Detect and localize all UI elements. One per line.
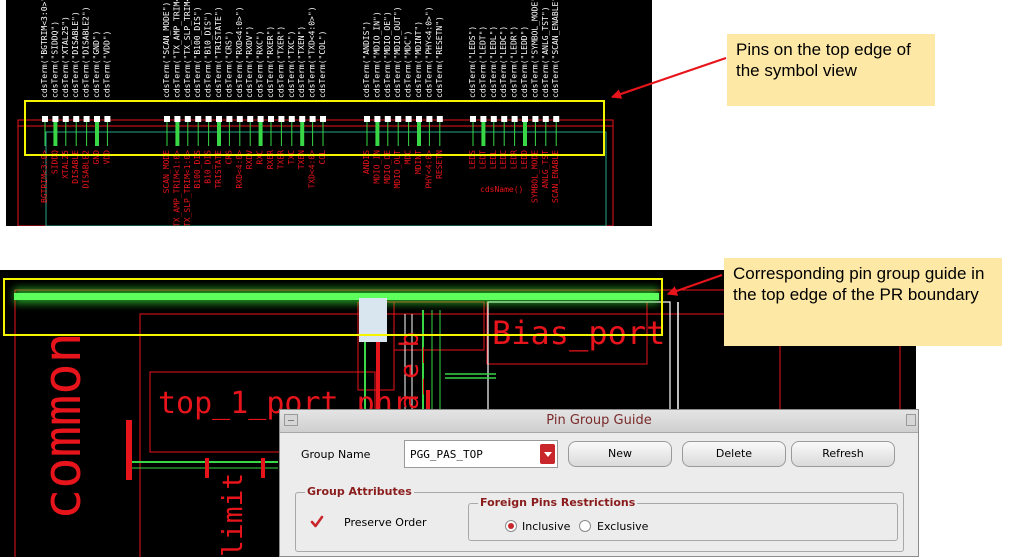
group-name-combobox[interactable]: PGG_PAS_TOP	[404, 440, 558, 468]
pin-group-guide-dialog: Pin Group Guide Group Name PGG_PAS_TOP N…	[279, 409, 919, 557]
group-name-label: Group Name	[301, 448, 371, 461]
pr-guide-highlight-box	[3, 278, 663, 336]
window-control-icon[interactable]	[906, 414, 916, 426]
exclusive-label: Exclusive	[597, 520, 649, 533]
exclusive-radio[interactable]	[579, 520, 591, 532]
foreign-pins-legend: Foreign Pins Restrictions	[478, 496, 638, 509]
group-attributes-legend: Group Attributes	[305, 485, 414, 498]
refresh-button[interactable]: Refresh	[791, 441, 895, 467]
delete-button[interactable]: Delete	[682, 441, 786, 467]
inclusive-radio[interactable]	[505, 520, 517, 532]
inclusive-label: Inclusive	[522, 520, 571, 533]
preserve-order-label: Preserve Order	[344, 516, 427, 529]
callout-arrow-top	[611, 56, 727, 99]
foreign-pins-frame: Foreign Pins Restrictions Inclusive Excl…	[468, 496, 898, 541]
callout-top-pins: Pins on the top edge of the symbol view	[727, 34, 935, 106]
group-name-value[interactable]: PGG_PAS_TOP	[410, 448, 483, 461]
chevron-down-icon[interactable]	[540, 444, 555, 464]
group-attributes-frame: Group Attributes Preserve Order Foreign …	[295, 485, 904, 552]
preserve-order-checkbox[interactable]	[310, 515, 324, 529]
callout-pin-group-guide: Corresponding pin group guide in the top…	[724, 258, 1002, 346]
symbol-pins-highlight-box	[24, 100, 605, 156]
new-button[interactable]: New	[568, 441, 672, 467]
callout-arrow-bottom	[667, 273, 723, 296]
dialog-titlebar[interactable]: Pin Group Guide	[280, 410, 918, 433]
dialog-title: Pin Group Guide	[546, 413, 652, 428]
